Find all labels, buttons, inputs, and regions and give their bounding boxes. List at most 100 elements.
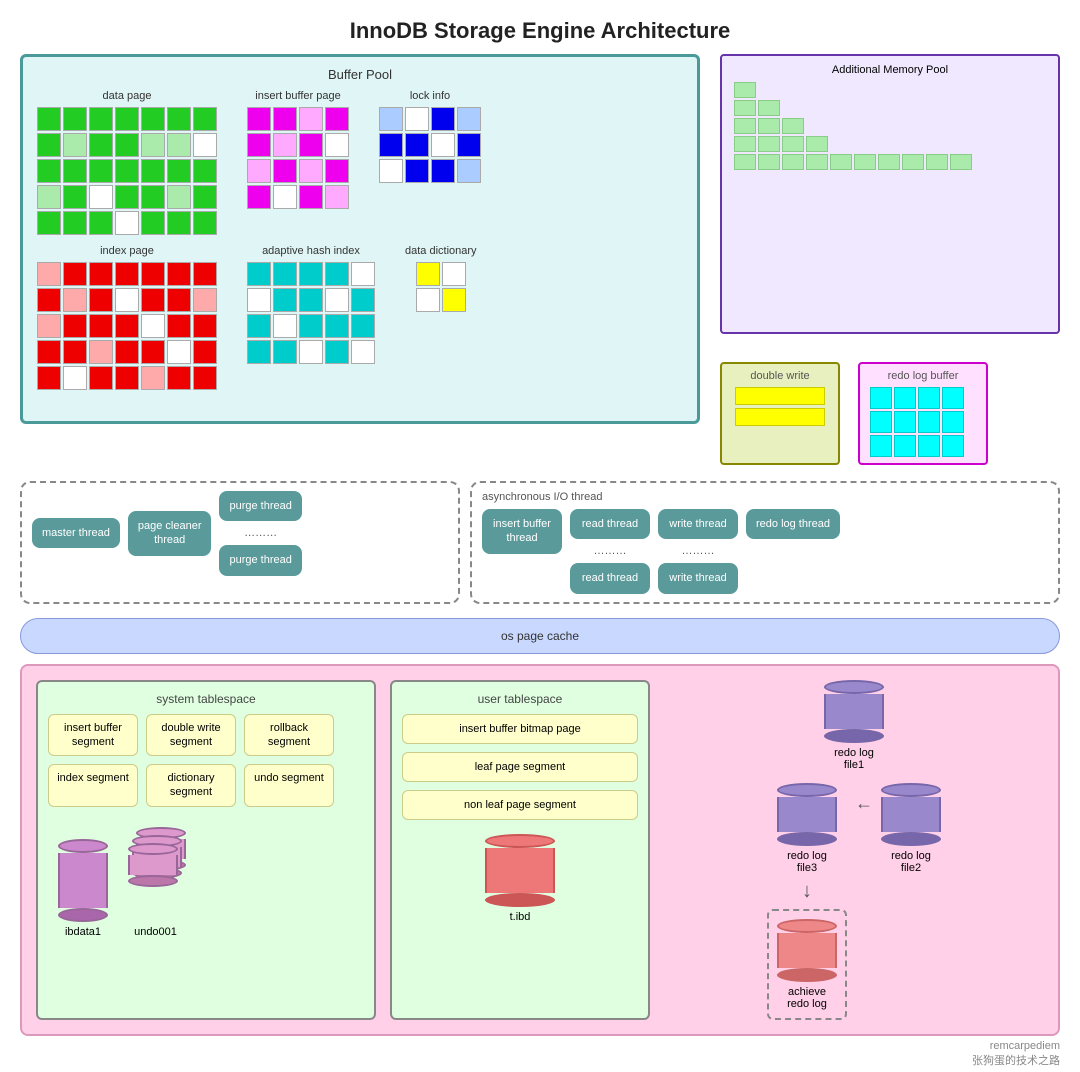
redo-file2-bottom [881, 832, 941, 846]
dictionary-segment: dictionarysegment [146, 764, 236, 807]
ibdata1-cyl-bottom [58, 908, 108, 922]
read-dots: ……… [594, 545, 627, 557]
dw-redo-row: double write redo log buffer [720, 362, 1060, 465]
arrow-area: ← [855, 783, 873, 814]
redo-file3-col: redo logfile3 ↓ achieveredo log [767, 783, 847, 1020]
lock-info-grid [379, 107, 481, 183]
data-page-grid [37, 107, 217, 235]
page-cleaner-thread-box: page cleaner thread [128, 511, 212, 556]
purge-thread-2-box: purge thread [219, 545, 301, 575]
arrow-left: ← [855, 793, 873, 814]
adaptive-hash-index-title: adaptive hash index [262, 245, 360, 257]
purge-column: purge thread ……… purge thread [219, 491, 301, 576]
purge-thread-1-box: purge thread [219, 491, 301, 521]
bottom-section: system tablespace insert buffersegment d… [20, 664, 1060, 1036]
tibd-cyl-bottom [485, 893, 555, 907]
os-page-cache: os page cache [20, 618, 1060, 654]
redo-log-thread-box: redo log thread [746, 509, 840, 539]
redo-file1-top [824, 680, 884, 694]
additional-memory-pool: Additional Memory Pool [720, 54, 1060, 334]
tibd-cyl-top [485, 834, 555, 848]
dw-bar-2 [735, 408, 825, 426]
rollback-segment: rollbacksegment [244, 714, 334, 757]
redo-file3-top [777, 783, 837, 797]
double-write-box: double write [720, 362, 840, 465]
top-section: Buffer Pool data page insert buffer page [0, 54, 1080, 465]
redo-diagram: redo logfile1 redo logfile3 ↓ [664, 680, 1044, 1020]
system-ts-segments: insert buffersegment double writesegment… [48, 714, 364, 807]
redo-mid-files: redo logfile3 ↓ achieveredo log ← [767, 783, 941, 1020]
redo-log-buffer-box: redo log buffer [858, 362, 988, 465]
redo-file2-body [881, 797, 941, 832]
achieve-label: achieveredo log [787, 986, 827, 1010]
index-page-section: index page [37, 245, 217, 390]
redo-log-thread-col: redo log thread [746, 509, 840, 539]
watermark-line2: 张狗蛋的技术之路 [20, 1052, 1060, 1068]
leaf-page-segment: leaf page segment [402, 752, 638, 782]
ibdata1-cylinder: ibdata1 [58, 839, 108, 938]
redo-log-buffer-title: redo log buffer [870, 370, 976, 382]
user-tablespace: user tablespace insert buffer bitmap pag… [390, 680, 650, 1020]
watermark: remcarpediem 张狗蛋的技术之路 [0, 1036, 1080, 1072]
redo-file3-label: redo logfile3 [787, 850, 827, 874]
db-icons: ibdata1 [48, 817, 364, 948]
data-page-title: data page [103, 90, 152, 102]
rlb-grid [870, 387, 976, 457]
achieve-cyl-bottom [777, 968, 837, 982]
undo-stack: undo001 [128, 827, 183, 938]
ibdata1-cyl-top [58, 839, 108, 853]
non-leaf-page-segment: non leaf page segment [402, 790, 638, 820]
achieve-cyl-top [777, 919, 837, 933]
insert-buffer-page-grid [247, 107, 349, 209]
watermark-line1: remcarpediem [20, 1040, 1060, 1052]
staircase-visual [734, 82, 1046, 170]
buffer-pool-title: Buffer Pool [37, 67, 683, 82]
read-thread-2-box: read thread [570, 563, 650, 593]
redo-file2-top [881, 783, 941, 797]
index-segment: index segment [48, 764, 138, 807]
lock-info-title: lock info [410, 90, 450, 102]
tibd-area: t.ibd [402, 834, 638, 923]
tibd-cyl-body [485, 848, 555, 893]
redo-file1-label: redo logfile1 [834, 747, 874, 771]
bp-bottom-row: index page adaptive hash index [37, 245, 683, 390]
insert-buffer-bitmap-page: insert buffer bitmap page [402, 714, 638, 744]
additional-memory-pool-title: Additional Memory Pool [734, 64, 1046, 76]
tibd-label: t.ibd [510, 911, 531, 923]
redo-file1-cylinder: redo logfile1 [824, 680, 884, 771]
tibd-cylinder: t.ibd [485, 834, 555, 923]
redo-file1-bottom [824, 729, 884, 743]
system-tablespace: system tablespace insert buffersegment d… [36, 680, 376, 1020]
insert-buffer-thread-col: insert buffer thread [482, 509, 562, 554]
dw-bar-1 [735, 387, 825, 405]
data-page-section: data page [37, 90, 217, 235]
user-ts-segments: insert buffer bitmap page leaf page segm… [402, 714, 638, 820]
bp-top-row: data page insert buffer page [37, 90, 683, 235]
insert-buffer-page-title: insert buffer page [255, 90, 340, 102]
system-ts-title: system tablespace [48, 692, 364, 706]
ahi-grid [247, 262, 375, 364]
left-thread-group: master thread page cleaner thread purge … [20, 481, 460, 604]
ibdata1-cyl-body [58, 853, 108, 908]
dd-grid [416, 262, 466, 312]
lock-info-section: lock info [379, 90, 481, 235]
right-column: Additional Memory Pool double write redo… [720, 54, 1060, 465]
index-page-title: index page [100, 245, 154, 257]
buffer-pool: Buffer Pool data page insert buffer page [20, 54, 700, 424]
ibdata1-label: ibdata1 [65, 926, 101, 938]
insert-buffer-thread-box: insert buffer thread [482, 509, 562, 554]
insert-buffer-segment: insert buffersegment [48, 714, 138, 757]
redo-files-section: redo logfile1 redo logfile3 ↓ [664, 680, 1044, 1020]
insert-buffer-page-section: insert buffer page [247, 90, 349, 235]
undo-label: undo001 [134, 926, 177, 938]
async-title: asynchronous I/O thread [482, 491, 1048, 503]
adaptive-hash-index-section: adaptive hash index [247, 245, 375, 390]
achieve-box: achieveredo log [767, 909, 847, 1020]
left-threads-inner: master thread page cleaner thread purge … [32, 491, 448, 576]
redo-file2-label: redo logfile2 [891, 850, 931, 874]
undo-cyl-front [128, 843, 178, 887]
double-write-title: double write [732, 370, 828, 382]
master-thread-box: master thread [32, 518, 120, 548]
redo-file3-cylinder: redo logfile3 [777, 783, 837, 874]
purge-dots: ……… [219, 527, 301, 539]
